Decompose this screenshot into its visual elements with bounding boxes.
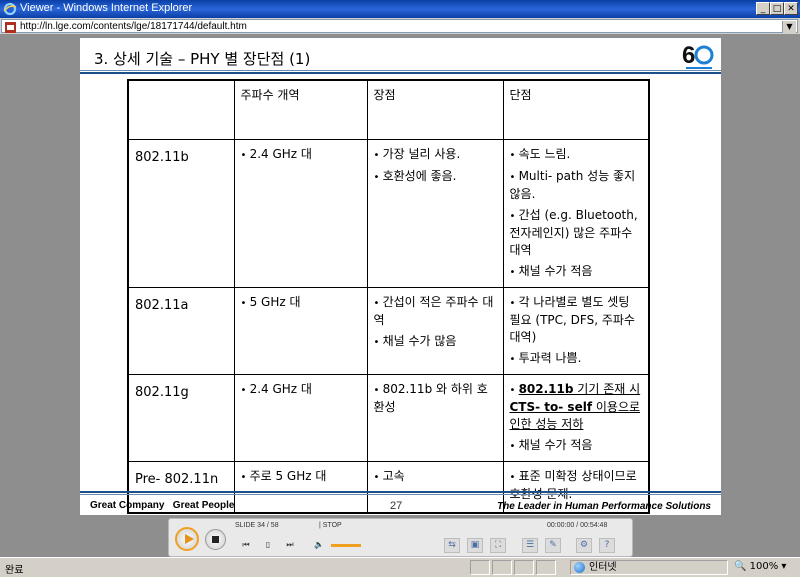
close-button[interactable]: ✕: [784, 2, 798, 15]
bullet: 간섭 (e.g. Bluetooth, 전자레인지) 많은 주파수 대역: [510, 207, 643, 259]
lg-60-logo: 6: [682, 42, 714, 69]
status-panel: [470, 560, 490, 575]
bullet: 2.4 GHz 대: [241, 146, 361, 164]
next-icon[interactable]: ⏭: [283, 539, 297, 551]
header-cell: 주파수 개역: [233, 79, 368, 140]
list-icon[interactable]: ☰: [522, 538, 538, 553]
footer-divider-thin: [80, 494, 721, 495]
security-zone[interactable]: 인터넷: [570, 560, 728, 575]
slide-counter: SLIDE 34 / 58: [235, 522, 279, 529]
zoom-level: 100%: [749, 561, 779, 572]
player-state: | STOP: [319, 522, 342, 529]
bullet: Multi- path 성능 좋지 않음.: [510, 168, 643, 203]
window-titlebar[interactable]: Viewer - Windows Internet Explorer _ □ ✕: [0, 0, 800, 18]
bullet: 채널 수가 적음: [510, 437, 643, 455]
status-panel: [536, 560, 556, 575]
pros-cell: 고속: [366, 460, 504, 514]
header-cell: 단점: [502, 79, 650, 140]
status-panel: [492, 560, 512, 575]
bullet: 802.11b 와 하위 호환성: [374, 381, 497, 416]
volume-icon[interactable]: 🔈: [312, 539, 326, 551]
status-text: 완료: [5, 565, 24, 576]
slide-title: 3. 상세 기술 – PHY 별 장단점 (1): [94, 50, 311, 68]
bullet: 호환성에 좋음.: [374, 168, 497, 186]
table-row: 802.11b 2.4 GHz 대 가장 널리 사용. 호환성에 좋음. 속도 …: [127, 138, 650, 288]
bullet: 채널 수가 많음: [374, 333, 497, 351]
table-row: 802.11g 2.4 GHz 대 802.11b 와 하위 호환성 802.1…: [127, 373, 650, 462]
page-icon[interactable]: ▯: [261, 539, 275, 551]
settings-icon[interactable]: ⚙: [576, 538, 592, 553]
bullet: 각 나라별로 별도 셋팅 필요 (TPC, DFS, 주파수 대역): [510, 294, 643, 346]
freq-cell: 2.4 GHz 대: [233, 373, 368, 462]
player-time: 00:00:00 / 00:54:48: [547, 522, 608, 529]
bullet: 2.4 GHz 대: [241, 381, 361, 399]
freq-cell: 2.4 GHz 대: [233, 138, 368, 288]
page-number: 27: [390, 500, 403, 512]
freq-cell: 주로 5 GHz 대: [233, 460, 368, 514]
maximize-button[interactable]: □: [770, 2, 784, 15]
header-cell: [127, 79, 235, 140]
toolbar-icon[interactable]: ⇆: [444, 538, 460, 553]
bold-text: CTS- to- self: [509, 399, 593, 414]
footer-divider: [80, 491, 721, 493]
stop-button[interactable]: [205, 529, 226, 550]
globe-icon: [574, 562, 585, 573]
row-label: 802.11g: [127, 373, 235, 462]
phy-comparison-table: 주파수 개역 장점 단점 802.11b 2.4 GHz 대 가장 널리 사용.…: [127, 79, 650, 514]
page-icon: [5, 22, 16, 33]
pros-cell: 802.11b 와 하위 호환성: [366, 373, 504, 462]
footer-slogan: Great Company Great People: [90, 500, 235, 511]
status-bar: 완료 인터넷 🔍 100% ▾: [0, 557, 800, 577]
table-header-row: 주파수 개역 장점 단점: [127, 79, 650, 140]
pros-cell: 가장 널리 사용. 호환성에 좋음.: [366, 138, 504, 288]
fullscreen-icon[interactable]: ⛶: [490, 538, 506, 553]
address-bar: http://ln.lge.com/contents/lge/18171744/…: [0, 18, 800, 34]
freq-cell: 5 GHz 대: [233, 286, 368, 375]
bullet: 속도 느림.: [510, 146, 643, 164]
ie-icon: [3, 2, 17, 16]
bullet: 간섭이 적은 주파수 대역: [374, 294, 497, 329]
title-divider-thick: [80, 72, 721, 74]
fit-screen-icon[interactable]: ▣: [467, 538, 483, 553]
zone-label: 인터넷: [589, 562, 617, 573]
underlined-text: 기기 존재 시: [573, 381, 641, 396]
window-title: Viewer - Windows Internet Explorer: [20, 2, 193, 14]
cons-cell: 각 나라별로 별도 셋팅 필요 (TPC, DFS, 주파수 대역) 투과력 나…: [502, 286, 650, 375]
bullet: 투과력 나쁨.: [510, 350, 643, 368]
chevron-down-icon: ▾: [781, 561, 787, 572]
header-cell: 장점: [366, 79, 504, 140]
presentation-player: SLIDE 34 / 58 | STOP 00:00:00 / 00:54:48…: [168, 518, 633, 557]
title-divider: [80, 70, 721, 71]
address-field[interactable]: http://ln.lge.com/contents/lge/18171744/…: [1, 19, 798, 33]
bullet: 802.11b 기기 존재 시 CTS- to- self 이용으로 인한 성능…: [510, 381, 643, 433]
address-dropdown-button[interactable]: ▼: [782, 21, 796, 33]
bullet: 가장 널리 사용.: [374, 146, 497, 164]
address-url: http://ln.lge.com/contents/lge/18171744/…: [20, 21, 247, 32]
bullet: 고속: [374, 468, 497, 486]
zoom-icon: 🔍: [734, 561, 747, 572]
zoom-control[interactable]: 🔍 100% ▾: [730, 560, 798, 575]
table-row: 802.11a 5 GHz 대 간섭이 적은 주파수 대역 채널 수가 많음 각…: [127, 286, 650, 375]
bullet: 채널 수가 적음: [510, 263, 643, 281]
minimize-button[interactable]: _: [756, 2, 770, 15]
help-icon[interactable]: ?: [599, 538, 615, 553]
volume-slider[interactable]: [331, 544, 361, 547]
bookmark-icon[interactable]: ✎: [545, 538, 561, 553]
bold-text: 802.11b: [518, 381, 574, 396]
footer-tagline: The Leader in Human Performance Solution…: [497, 501, 711, 512]
cons-cell: 속도 느림. Multi- path 성능 좋지 않음. 간섭 (e.g. Bl…: [502, 138, 650, 288]
bullet: 주로 5 GHz 대: [241, 468, 361, 486]
cons-cell: 802.11b 기기 존재 시 CTS- to- self 이용으로 인한 성능…: [502, 373, 650, 462]
row-label: 802.11b: [127, 138, 235, 288]
slide: 3. 상세 기술 – PHY 별 장단점 (1) 6 주파수 개역 장점 단점 …: [80, 38, 721, 515]
previous-icon[interactable]: ⏮: [239, 539, 253, 551]
row-label: 802.11a: [127, 286, 235, 375]
bullet: 표준 미확정 상태이므로 호환성 문제.: [510, 468, 643, 503]
status-panel: [514, 560, 534, 575]
play-button[interactable]: [175, 527, 199, 551]
pros-cell: 간섭이 적은 주파수 대역 채널 수가 많음: [366, 286, 504, 375]
svg-text:6: 6: [682, 42, 695, 69]
bullet: 5 GHz 대: [241, 294, 361, 312]
